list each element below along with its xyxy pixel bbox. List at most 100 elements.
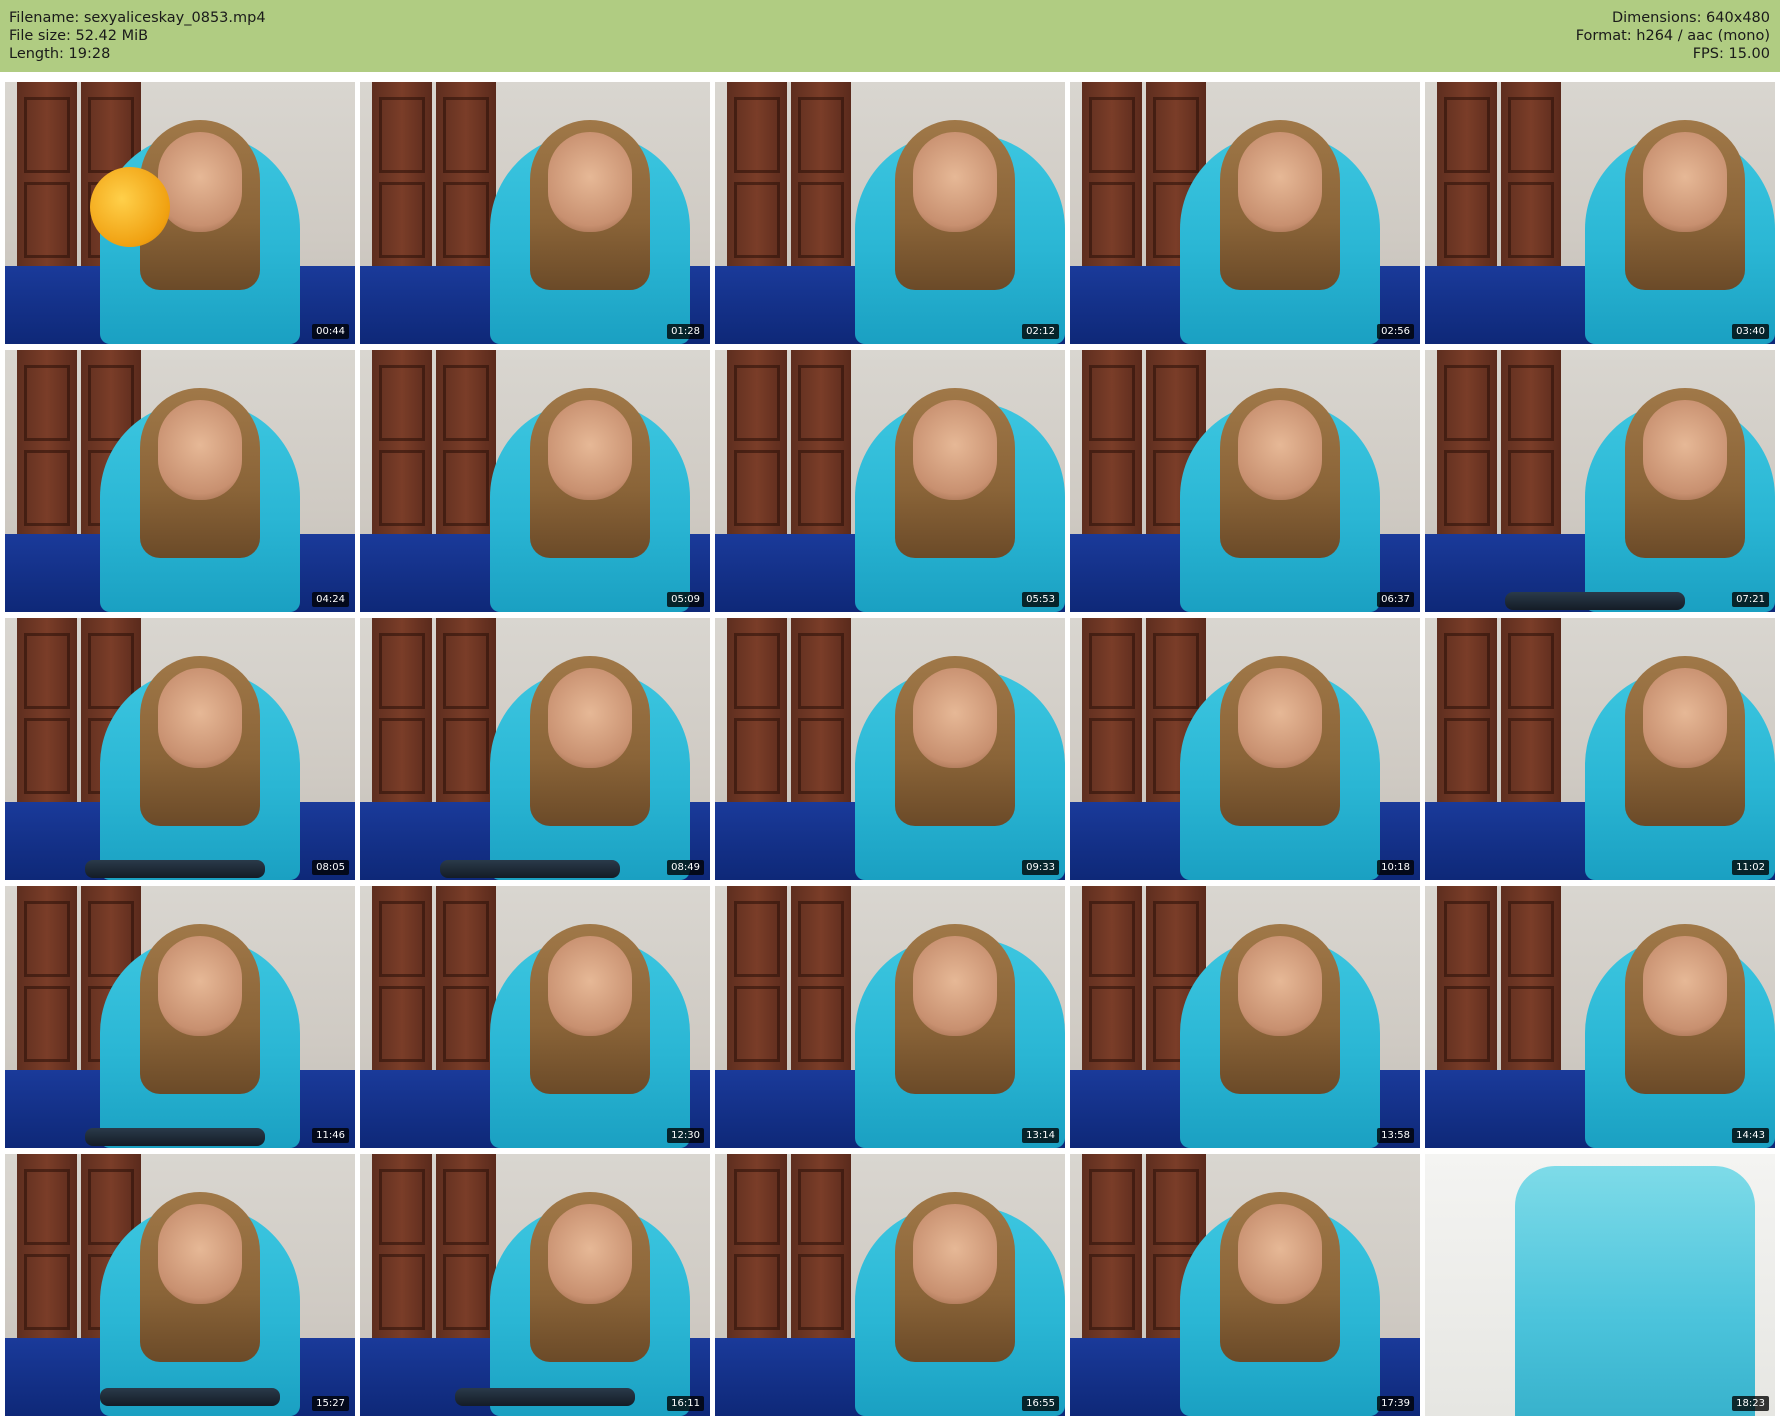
- timestamp-label: 03:40: [1732, 324, 1769, 339]
- person-face: [1238, 936, 1322, 1036]
- wardrobe-door: [436, 618, 496, 803]
- info-header: Filename: sexyaliceskay_0853.mp4 File si…: [0, 0, 1780, 72]
- wardrobe-door: [1082, 1154, 1142, 1339]
- format-text: Format: h264 / aac (mono): [1575, 28, 1770, 44]
- keyboard: [85, 860, 265, 878]
- video-thumbnail: 07:21: [1425, 350, 1775, 612]
- keyboard: [455, 1388, 635, 1406]
- wardrobe-door: [727, 350, 787, 535]
- wardrobe-door: [1082, 350, 1142, 535]
- video-thumbnail: 00:44: [5, 82, 355, 344]
- timestamp-label: 00:44: [312, 324, 349, 339]
- wardrobe-door: [727, 886, 787, 1071]
- timestamp-label: 01:28: [667, 324, 704, 339]
- timestamp-label: 10:18: [1377, 860, 1414, 875]
- person-face: [158, 400, 242, 500]
- wardrobe-door: [17, 350, 77, 535]
- video-thumbnail: 03:40: [1425, 82, 1775, 344]
- wardrobe-door: [791, 886, 851, 1071]
- wardrobe-door: [1437, 350, 1497, 535]
- dimensions-text: Dimensions: 640x480: [1611, 10, 1770, 26]
- person-face: [158, 668, 242, 768]
- wardrobe-door: [1501, 886, 1561, 1071]
- timestamp-label: 07:21: [1732, 592, 1769, 607]
- video-thumbnail: 11:02: [1425, 618, 1775, 880]
- video-thumbnail: 06:37: [1070, 350, 1420, 612]
- person-face: [548, 400, 632, 500]
- timestamp-label: 08:49: [667, 860, 704, 875]
- person-face: [1643, 400, 1727, 500]
- person-face: [158, 936, 242, 1036]
- timestamp-label: 02:56: [1377, 324, 1414, 339]
- person-face: [913, 936, 997, 1036]
- video-thumbnail: 16:55: [715, 1154, 1065, 1416]
- person-face: [913, 132, 997, 232]
- video-thumbnail: 08:49: [360, 618, 710, 880]
- wardrobe-door: [727, 1154, 787, 1339]
- video-thumbnail: 09:33: [715, 618, 1065, 880]
- wardrobe-door: [791, 350, 851, 535]
- wardrobe-door: [436, 886, 496, 1071]
- video-thumbnail: 16:11: [360, 1154, 710, 1416]
- person-face: [158, 1204, 242, 1304]
- length-text: Length: 19:28: [9, 46, 111, 62]
- person-face: [548, 132, 632, 232]
- timestamp-label: 18:23: [1732, 1396, 1769, 1411]
- timestamp-label: 14:43: [1732, 1128, 1769, 1143]
- wardrobe-door: [372, 618, 432, 803]
- timestamp-label: 11:46: [312, 1128, 349, 1143]
- wardrobe-door: [791, 82, 851, 267]
- timestamp-label: 08:05: [312, 860, 349, 875]
- person-face: [1643, 132, 1727, 232]
- wardrobe-door: [1437, 886, 1497, 1071]
- info-left-column: Filename: sexyaliceskay_0853.mp4 File si…: [9, 9, 266, 63]
- video-thumbnail: 13:58: [1070, 886, 1420, 1148]
- timestamp-label: 06:37: [1377, 592, 1414, 607]
- thumbnail-grid: 00:44 01:28 02:12 02:56 03:40 04:24 05:09 05:53…: [5, 82, 1775, 1416]
- video-thumbnail: 08:05: [5, 618, 355, 880]
- video-thumbnail: 02:12: [715, 82, 1065, 344]
- timestamp-label: 13:14: [1022, 1128, 1059, 1143]
- wardrobe-door: [436, 1154, 496, 1339]
- person-face: [1643, 936, 1727, 1036]
- video-thumbnail: 02:56: [1070, 82, 1420, 344]
- wardrobe-door: [17, 886, 77, 1071]
- timestamp-label: 17:39: [1377, 1396, 1414, 1411]
- video-thumbnail: 18:23: [1425, 1154, 1775, 1416]
- keyboard: [85, 1128, 265, 1146]
- person-face: [1643, 668, 1727, 768]
- timestamp-label: 16:55: [1022, 1396, 1059, 1411]
- person-face: [1238, 668, 1322, 768]
- person-face: [913, 1204, 997, 1304]
- person-face: [1238, 1204, 1322, 1304]
- video-thumbnail: 14:43: [1425, 886, 1775, 1148]
- file-size-text: File size: 52.42 MiB: [9, 28, 149, 44]
- fps-text: FPS: 15.00: [1692, 46, 1770, 62]
- wardrobe-door: [17, 618, 77, 803]
- video-thumbnail: 13:14: [715, 886, 1065, 1148]
- wardrobe-door: [791, 1154, 851, 1339]
- wardrobe-door: [1082, 886, 1142, 1071]
- wardrobe-door: [372, 886, 432, 1071]
- timestamp-label: 05:53: [1022, 592, 1059, 607]
- wardrobe-door: [436, 82, 496, 267]
- person-face: [548, 936, 632, 1036]
- video-thumbnail: 01:28: [360, 82, 710, 344]
- wardrobe-door: [436, 350, 496, 535]
- timestamp-label: 04:24: [312, 592, 349, 607]
- person-face: [548, 668, 632, 768]
- filename-text: Filename: sexyaliceskay_0853.mp4: [9, 10, 266, 26]
- wardrobe-door: [1437, 618, 1497, 803]
- wardrobe-door: [1501, 350, 1561, 535]
- person-face: [548, 1204, 632, 1304]
- wardrobe-door: [727, 82, 787, 267]
- wardrobe-door: [17, 82, 77, 267]
- person-hoodie: [1515, 1166, 1755, 1416]
- video-thumbnail: 04:24: [5, 350, 355, 612]
- wardrobe-door: [727, 618, 787, 803]
- video-thumbnail: 17:39: [1070, 1154, 1420, 1416]
- video-thumbnail: 15:27: [5, 1154, 355, 1416]
- timestamp-label: 15:27: [312, 1396, 349, 1411]
- wardrobe-door: [372, 350, 432, 535]
- wardrobe-door: [1501, 82, 1561, 267]
